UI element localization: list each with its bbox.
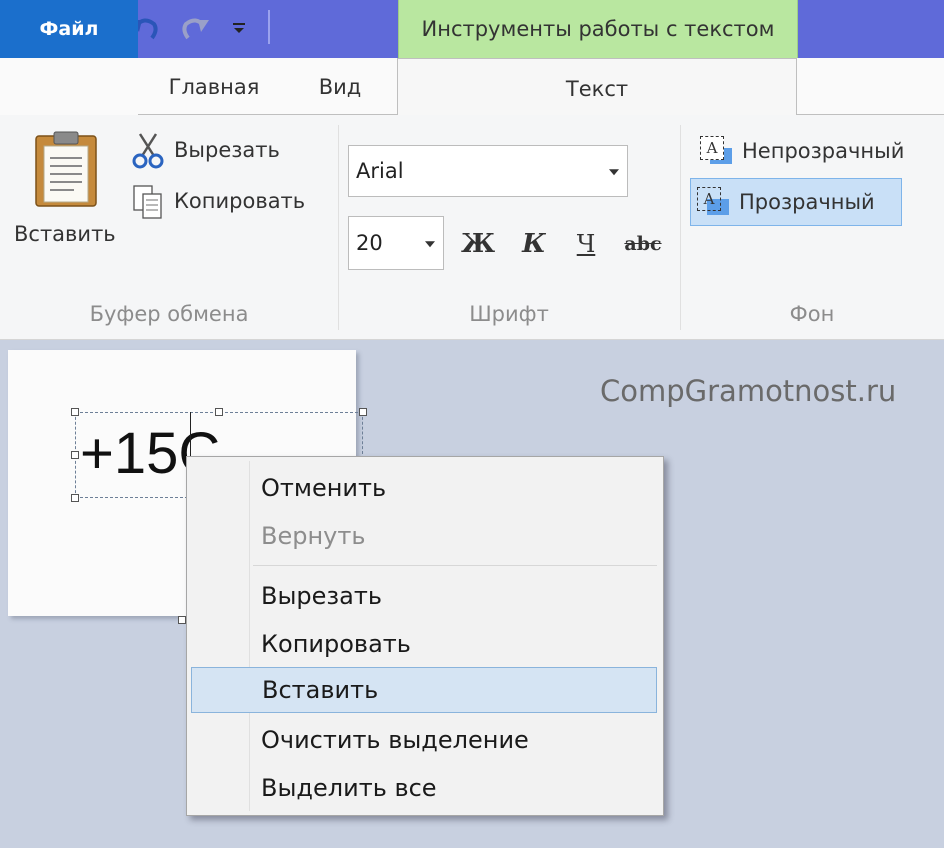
transparent-label: Прозрачный <box>739 190 875 214</box>
tab-view[interactable]: Вид <box>298 58 382 116</box>
bold-button[interactable]: Ж <box>456 222 500 266</box>
tab-home[interactable]: Главная <box>150 58 278 116</box>
clipboard-group-label: Буфер обмена <box>89 302 249 326</box>
chevron-down-icon <box>425 241 435 248</box>
font-family-value: Arial <box>356 159 404 183</box>
font-size-value: 20 <box>356 231 383 255</box>
tab-file[interactable]: Файл <box>0 0 138 58</box>
chevron-down-icon <box>609 169 619 176</box>
transparent-background-icon: A <box>695 185 731 219</box>
text-tools-context-label: Инструменты работы с текстом <box>398 0 798 58</box>
menu-item-paste[interactable]: Вставить <box>191 667 657 713</box>
font-family-select[interactable]: Arial <box>348 145 628 197</box>
group-separator <box>680 125 681 330</box>
font-size-select[interactable]: 20 <box>348 216 444 270</box>
copy-button[interactable]: Копировать <box>174 189 305 213</box>
scissors-icon[interactable] <box>132 132 164 170</box>
resize-handle[interactable] <box>215 408 223 416</box>
customize-qat-icon[interactable] <box>224 8 254 48</box>
paste-button[interactable] <box>30 130 102 210</box>
opaque-background-icon: A <box>698 134 734 168</box>
opaque-label: Непрозрачный <box>742 139 905 163</box>
menu-item-cut[interactable]: Вырезать <box>191 573 657 619</box>
resize-handle[interactable] <box>178 616 186 624</box>
qat-separator <box>268 10 270 44</box>
resize-handle[interactable] <box>71 451 79 459</box>
menu-separator <box>253 565 657 566</box>
resize-handle[interactable] <box>71 494 79 502</box>
font-group-label: Шрифт <box>469 302 549 326</box>
opaque-option[interactable]: A Непрозрачный <box>694 128 908 174</box>
underline-button[interactable]: Ч <box>566 222 606 266</box>
redo-icon[interactable] <box>176 8 216 48</box>
group-separator <box>338 125 339 330</box>
menu-item-redo: Вернуть <box>261 522 366 550</box>
menu-item-select-all[interactable]: Выделить все <box>191 765 657 811</box>
context-menu: Отменить Вернуть Вырезать Копировать Вст… <box>186 456 664 816</box>
strikethrough-button[interactable]: abc <box>618 222 668 266</box>
italic-button[interactable]: К <box>512 222 556 266</box>
resize-handle[interactable] <box>359 408 367 416</box>
menu-item-copy[interactable]: Копировать <box>191 621 657 667</box>
tab-text[interactable]: Текст <box>397 58 797 118</box>
paste-label[interactable]: Вставить <box>14 222 116 246</box>
menu-item-undo[interactable]: Отменить <box>191 465 657 511</box>
clipboard-icon <box>35 131 97 207</box>
watermark: CompGramotnost.ru <box>600 374 897 408</box>
cut-button[interactable]: Вырезать <box>174 138 280 162</box>
resize-handle[interactable] <box>71 408 79 416</box>
copy-icon[interactable] <box>132 184 164 222</box>
background-group-label: Фон <box>789 302 835 326</box>
menu-item-clear-selection[interactable]: Очистить выделение <box>191 717 657 763</box>
transparent-option[interactable]: A Прозрачный <box>690 178 902 226</box>
